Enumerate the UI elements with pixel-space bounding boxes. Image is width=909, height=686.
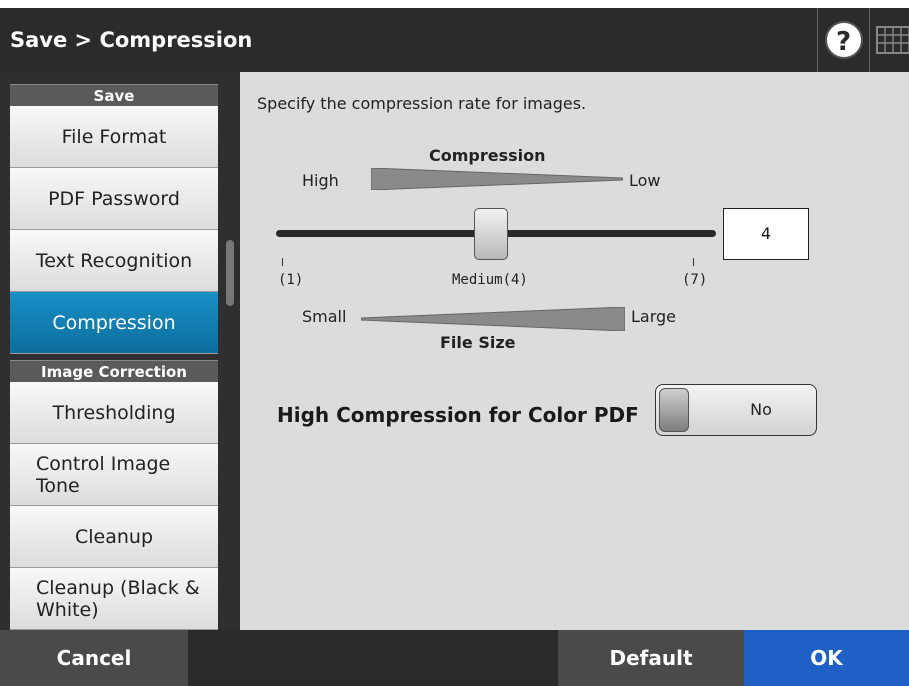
instruction-text: Specify the compression rate for images. bbox=[257, 94, 587, 113]
scale-min-label: (1) bbox=[278, 272, 304, 288]
scale-mid-label: Medium(4) bbox=[452, 272, 528, 288]
ok-button[interactable]: OK bbox=[744, 630, 909, 686]
small-label: Small bbox=[302, 307, 347, 326]
help-button[interactable]: ? bbox=[817, 8, 869, 72]
high-label: High bbox=[302, 171, 339, 190]
sidebar-item-cleanup-bw[interactable]: Cleanup (Black & White) bbox=[10, 568, 218, 630]
help-icon: ? bbox=[824, 21, 863, 59]
toggle-value: No bbox=[750, 400, 772, 419]
keyboard-icon bbox=[876, 26, 909, 54]
sidebar-item-text-recognition[interactable]: Text Recognition bbox=[10, 230, 218, 292]
toggle-knob bbox=[659, 388, 689, 432]
compression-panel: Specify the compression rate for images.… bbox=[240, 72, 909, 630]
sidebar-item-compression[interactable]: Compression bbox=[10, 292, 218, 354]
page-title: Save > Compression bbox=[10, 28, 253, 52]
title-bar: Save > Compression ? bbox=[0, 8, 909, 72]
default-button[interactable]: Default bbox=[558, 630, 744, 686]
footer-bar: Cancel Default OK bbox=[0, 630, 909, 686]
sidebar-item-cleanup[interactable]: Cleanup bbox=[10, 506, 218, 568]
sidebar-item-thresholding[interactable]: Thresholding bbox=[10, 382, 218, 444]
compression-slider-thumb[interactable] bbox=[474, 208, 508, 260]
large-label: Large bbox=[631, 307, 677, 326]
high-compression-toggle[interactable]: No bbox=[655, 384, 817, 436]
sidebar-section-save: Save bbox=[10, 84, 218, 106]
compression-wedge-icon bbox=[371, 168, 623, 190]
tick-min bbox=[282, 258, 283, 266]
sidebar: Save File Format PDF Password Text Recog… bbox=[0, 72, 240, 630]
high-compression-label: High Compression for Color PDF bbox=[277, 403, 639, 427]
scale-max-label: (7) bbox=[682, 272, 708, 288]
tick-max bbox=[693, 258, 694, 266]
compression-title: Compression bbox=[429, 146, 546, 165]
file-size-wedge-icon bbox=[361, 307, 625, 331]
sidebar-item-file-format[interactable]: File Format bbox=[10, 106, 218, 168]
file-size-title: File Size bbox=[440, 333, 516, 352]
sidebar-section-image-correction: Image Correction bbox=[10, 360, 218, 382]
low-label: Low bbox=[629, 171, 661, 190]
sidebar-scrollbar[interactable] bbox=[226, 240, 234, 306]
cancel-button[interactable]: Cancel bbox=[0, 630, 188, 686]
sidebar-item-pdf-password[interactable]: PDF Password bbox=[10, 168, 218, 230]
sidebar-item-control-image-tone[interactable]: Control Image Tone bbox=[10, 444, 218, 506]
compression-value-field[interactable]: 4 bbox=[723, 208, 809, 260]
keyboard-button[interactable] bbox=[869, 8, 909, 72]
